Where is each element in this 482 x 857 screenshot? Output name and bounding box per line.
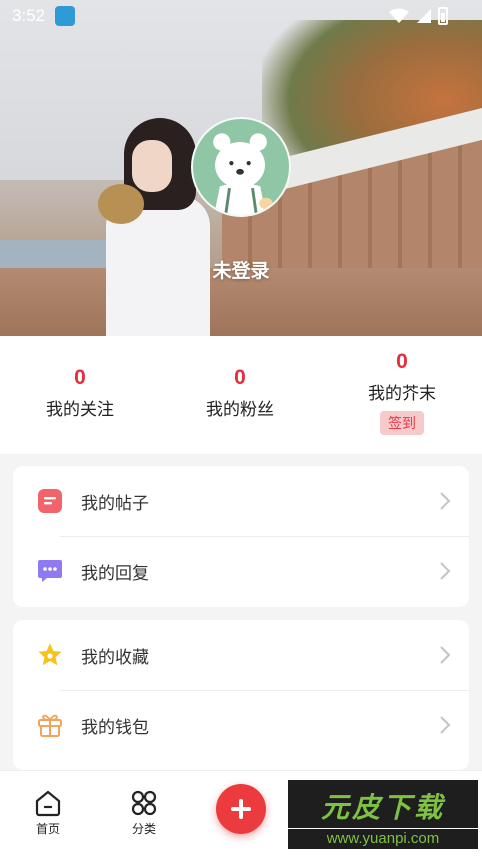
menu-item-posts[interactable]: 我的帖子 xyxy=(13,466,469,536)
battery-icon xyxy=(438,7,448,25)
chevron-right-icon xyxy=(440,562,451,580)
fans-count: 0 xyxy=(234,366,246,389)
menu-label-posts: 我的帖子 xyxy=(81,493,149,514)
avatar[interactable] xyxy=(191,117,291,217)
app-notification-icon xyxy=(55,6,75,26)
add-post-button[interactable] xyxy=(216,784,266,834)
coins-label: 我的芥末 xyxy=(368,384,436,404)
status-time: 3:52 xyxy=(12,6,46,25)
tab-category-label: 分类 xyxy=(131,822,156,836)
tab-home-label: 首页 xyxy=(35,822,60,836)
grid-icon xyxy=(131,790,157,816)
star-icon xyxy=(38,643,62,666)
menu-item-replies[interactable]: 我的回复 xyxy=(13,536,469,606)
following-count: 0 xyxy=(74,366,86,389)
tab-home[interactable]: 首页 xyxy=(18,789,78,837)
watermark-logo: 元皮下载 xyxy=(288,780,478,828)
chevron-right-icon xyxy=(440,492,451,510)
watermark-brand: 元皮下载 xyxy=(320,791,445,824)
watermark-url: www.yuanpi.com xyxy=(288,829,478,849)
following-label: 我的关注 xyxy=(46,400,114,420)
login-status-label[interactable]: 未登录 xyxy=(0,256,482,283)
menu-label-wallet: 我的钱包 xyxy=(81,717,149,738)
bear-avatar-icon xyxy=(213,133,273,215)
replies-icon xyxy=(38,560,62,582)
stat-following[interactable]: 0 我的关注 xyxy=(0,336,160,454)
coins-count: 0 xyxy=(396,350,408,373)
status-bar: 3:52 xyxy=(0,0,482,34)
posts-icon xyxy=(38,489,62,513)
menu-label-favorites: 我的收藏 xyxy=(81,647,149,668)
stat-coins[interactable]: 0 我的芥末 签到 xyxy=(322,336,482,454)
menu-item-wallet[interactable]: 我的钱包 xyxy=(13,690,469,760)
fans-label: 我的粉丝 xyxy=(206,400,274,420)
menu-card-account: 我的收藏 我的钱包 xyxy=(13,620,469,770)
chevron-right-icon xyxy=(440,716,451,734)
menu-card-activity: 我的帖子 我的回复 xyxy=(13,466,469,607)
gift-icon xyxy=(38,714,62,737)
checkin-button[interactable]: 签到 xyxy=(380,411,424,435)
tab-category[interactable]: 分类 xyxy=(114,789,174,837)
menu-label-replies: 我的回复 xyxy=(81,563,149,584)
stats-panel: 0 我的关注 0 我的粉丝 0 我的芥末 签到 xyxy=(0,336,482,454)
stat-fans[interactable]: 0 我的粉丝 xyxy=(160,336,320,454)
home-icon xyxy=(35,790,61,817)
menu-item-favorites[interactable]: 我的收藏 xyxy=(13,620,469,690)
wifi-icon xyxy=(389,8,409,23)
chevron-right-icon xyxy=(440,646,451,664)
signal-icon xyxy=(417,9,431,23)
